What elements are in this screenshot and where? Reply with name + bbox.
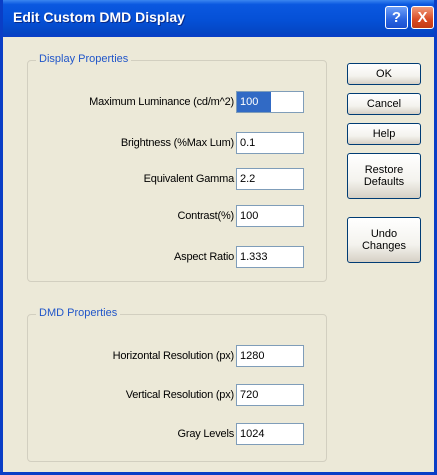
display-properties-group: Display Properties Maximum Luminance (cd… xyxy=(27,53,328,282)
dmd-properties-label: DMD Properties xyxy=(36,307,121,319)
aspect-ratio-row: Aspect Ratio xyxy=(28,246,328,270)
display-properties-label: Display Properties xyxy=(36,53,132,65)
max-luminance-row: Maximum Luminance (cd/m^2) xyxy=(28,91,328,115)
brightness-label: Brightness (%Max Lum) xyxy=(120,137,234,149)
gray-levels-input[interactable] xyxy=(236,423,304,445)
ok-button[interactable]: OK xyxy=(347,63,421,85)
vertical-resolution-input[interactable] xyxy=(236,384,304,406)
dialog-window: Edit Custom DMD Display ? X Display Prop… xyxy=(0,0,437,475)
horizontal-resolution-label: Horizontal Resolution (px) xyxy=(112,350,235,362)
ok-button-label: OK xyxy=(376,68,392,80)
close-icon[interactable]: X xyxy=(411,6,434,29)
equivalent-gamma-input[interactable] xyxy=(236,168,304,190)
aspect-ratio-input[interactable] xyxy=(236,246,304,268)
undo-changes-label: Undo Changes xyxy=(361,228,407,252)
equivalent-gamma-row: Equivalent Gamma xyxy=(28,168,328,192)
restore-defaults-label: Restore Defaults xyxy=(363,164,405,188)
question-icon[interactable]: ? xyxy=(385,6,408,29)
aspect-ratio-label: Aspect Ratio xyxy=(174,251,234,263)
cancel-button[interactable]: Cancel xyxy=(347,93,421,115)
brightness-input[interactable] xyxy=(236,132,304,154)
help-button[interactable]: Help xyxy=(347,123,421,145)
contrast-input[interactable] xyxy=(236,205,304,227)
help-button-label: Help xyxy=(372,128,396,140)
gray-levels-row: Gray Levels xyxy=(28,423,328,447)
max-luminance-input[interactable] xyxy=(236,91,304,113)
contrast-label: Contrast(%) xyxy=(177,210,235,222)
brightness-row: Brightness (%Max Lum) xyxy=(28,132,328,156)
horizontal-resolution-row: Horizontal Resolution (px) xyxy=(28,345,328,369)
undo-changes-button[interactable]: Undo Changes xyxy=(347,217,421,263)
dmd-properties-group: DMD Properties Horizontal Resolution (px… xyxy=(27,307,328,462)
equivalent-gamma-label: Equivalent Gamma xyxy=(143,173,235,185)
title-bar[interactable]: Edit Custom DMD Display ? X xyxy=(3,0,434,37)
vertical-resolution-row: Vertical Resolution (px) xyxy=(28,384,328,408)
contrast-row: Contrast(%) xyxy=(28,205,328,229)
vertical-resolution-label: Vertical Resolution (px) xyxy=(125,389,235,401)
gray-levels-label: Gray Levels xyxy=(177,428,235,440)
horizontal-resolution-input[interactable] xyxy=(236,345,304,367)
window-title: Edit Custom DMD Display xyxy=(13,9,185,25)
restore-defaults-button[interactable]: Restore Defaults xyxy=(347,153,421,199)
cancel-button-label: Cancel xyxy=(366,98,402,110)
max-luminance-label: Maximum Luminance (cd/m^2) xyxy=(89,96,234,108)
